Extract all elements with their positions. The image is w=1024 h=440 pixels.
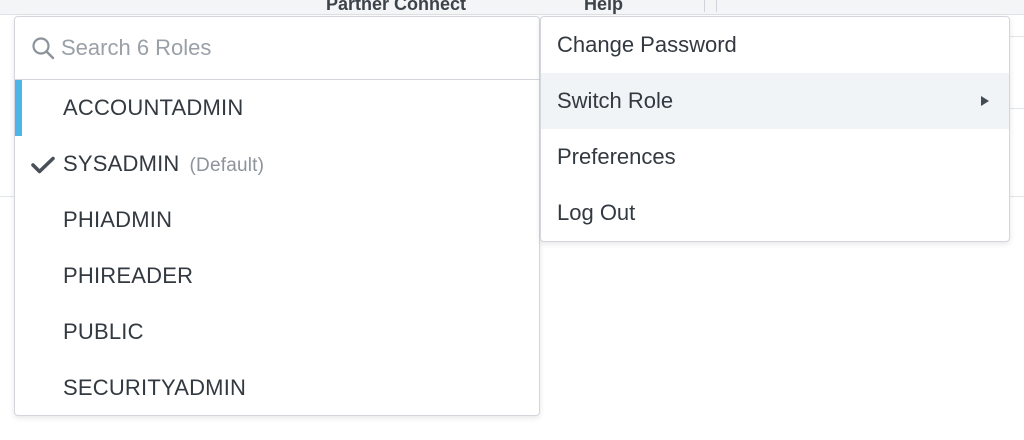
role-label: PHIADMIN xyxy=(63,207,173,232)
menu-item-label: Change Password xyxy=(557,32,737,57)
caret-right-icon xyxy=(981,96,989,106)
menu-item-label: Switch Role xyxy=(557,88,674,113)
role-label: SECURITYADMIN xyxy=(63,375,247,400)
top-navigation-bar: Partner Connect Help xyxy=(0,0,1024,15)
role-label: PUBLIC xyxy=(63,319,144,344)
user-account-menu: Change Password Switch Role Preferences … xyxy=(540,16,1010,242)
focus-indicator xyxy=(15,80,22,136)
background-divider xyxy=(1008,108,1024,109)
role-name: SYSADMIN xyxy=(63,151,180,176)
menu-item-label: Preferences xyxy=(557,144,676,169)
role-item-securityadmin[interactable]: SECURITYADMIN xyxy=(15,360,539,415)
role-label: ACCOUNTADMIN xyxy=(63,95,244,120)
role-list: ACCOUNTADMIN SYSADMIN (Default) PHIADMIN … xyxy=(15,80,539,415)
role-item-public[interactable]: PUBLIC xyxy=(15,304,539,360)
nav-partner-connect[interactable]: Partner Connect xyxy=(326,0,466,15)
role-search-input[interactable] xyxy=(61,31,521,65)
menu-item-switch-role[interactable]: Switch Role xyxy=(541,73,1009,129)
menu-item-label: Log Out xyxy=(557,200,636,225)
nav-divider xyxy=(704,0,705,12)
role-label: PHIREADER xyxy=(63,263,194,288)
default-role-tag: (Default) xyxy=(189,155,265,176)
menu-item-change-password[interactable]: Change Password xyxy=(541,17,1009,73)
menu-item-log-out[interactable]: Log Out xyxy=(541,185,1009,241)
nav-divider xyxy=(716,0,717,12)
checkmark-icon xyxy=(31,156,55,174)
role-item-phiadmin[interactable]: PHIADMIN xyxy=(15,192,539,248)
role-search-box xyxy=(15,17,539,80)
role-switcher-dropdown: ACCOUNTADMIN SYSADMIN(Default) PHIADMIN … xyxy=(14,16,540,416)
role-label: SYSADMIN (Default) xyxy=(63,136,264,194)
background-divider xyxy=(1008,36,1024,37)
role-item-sysadmin[interactable]: SYSADMIN (Default) xyxy=(15,136,539,192)
menu-item-preferences[interactable]: Preferences xyxy=(541,129,1009,185)
role-item-accountadmin[interactable]: ACCOUNTADMIN xyxy=(15,80,539,136)
role-item-phireader[interactable]: PHIREADER xyxy=(15,248,539,304)
nav-help[interactable]: Help xyxy=(584,0,623,15)
search-icon xyxy=(32,37,55,60)
